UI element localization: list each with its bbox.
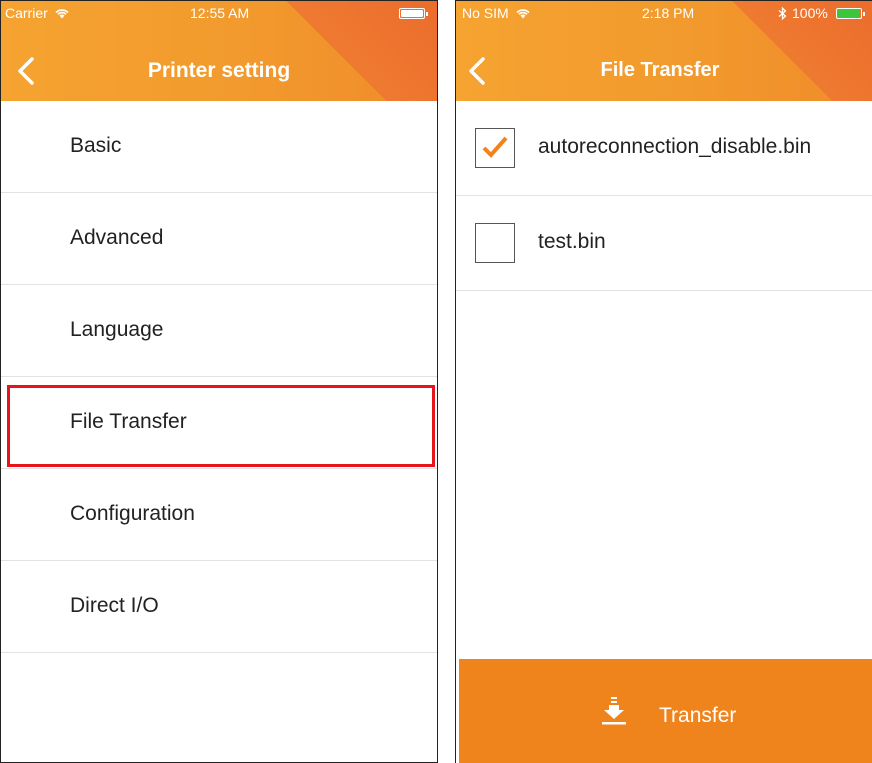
status-time: 12:55 AM (190, 5, 250, 21)
menu-item-label: Configuration (70, 502, 195, 525)
battery-icon (836, 8, 865, 19)
printer-setting-screen: Carrier 12:55 AM Printer setting Basic A… (0, 0, 438, 763)
nav-header: No SIM 2:18 PM 100% File Transfer (456, 1, 872, 101)
menu-item-label: Language (70, 318, 164, 341)
carrier-label: Carrier (5, 5, 48, 21)
settings-menu: Basic Advanced Language File Transfer Co… (1, 101, 437, 653)
page-title: File Transfer (600, 59, 720, 81)
menu-item-label: Basic (70, 134, 122, 157)
menu-item-configuration[interactable]: Configuration (1, 469, 437, 561)
battery-percent: 100% (792, 5, 828, 21)
wifi-icon (55, 9, 69, 19)
status-time: 2:18 PM (642, 5, 695, 21)
highlight-box (7, 385, 435, 467)
menu-item-label: Advanced (70, 226, 164, 249)
checkmark-icon (482, 136, 508, 158)
transfer-button-label: Transfer (659, 704, 737, 727)
file-transfer-screen: No SIM 2:18 PM 100% File Transfer autore… (455, 0, 872, 763)
file-list: autoreconnection_disable.bin test.bin (456, 101, 872, 291)
battery-icon (399, 8, 428, 19)
file-name: test.bin (538, 230, 606, 253)
bluetooth-icon (778, 7, 787, 20)
menu-item-basic[interactable]: Basic (1, 101, 437, 193)
menu-item-label: Direct I/O (70, 594, 159, 617)
status-bar: Carrier 12:55 AM (1, 1, 437, 27)
file-row[interactable]: test.bin (456, 196, 872, 291)
status-bar: No SIM 2:18 PM 100% (456, 1, 872, 27)
menu-item-direct-io[interactable]: Direct I/O (1, 561, 437, 653)
wifi-icon (516, 9, 530, 19)
nav-header: Carrier 12:55 AM Printer setting (1, 1, 437, 101)
file-name: autoreconnection_disable.bin (538, 135, 812, 158)
page-title: Printer setting (147, 59, 291, 82)
file-checkbox-checked[interactable] (475, 128, 515, 168)
download-icon (602, 697, 626, 725)
file-checkbox-unchecked[interactable] (475, 223, 515, 263)
file-row[interactable]: autoreconnection_disable.bin (456, 101, 872, 196)
menu-item-advanced[interactable]: Advanced (1, 193, 437, 285)
carrier-label: No SIM (462, 5, 509, 21)
menu-item-language[interactable]: Language (1, 285, 437, 377)
transfer-button[interactable]: Transfer (459, 659, 872, 763)
